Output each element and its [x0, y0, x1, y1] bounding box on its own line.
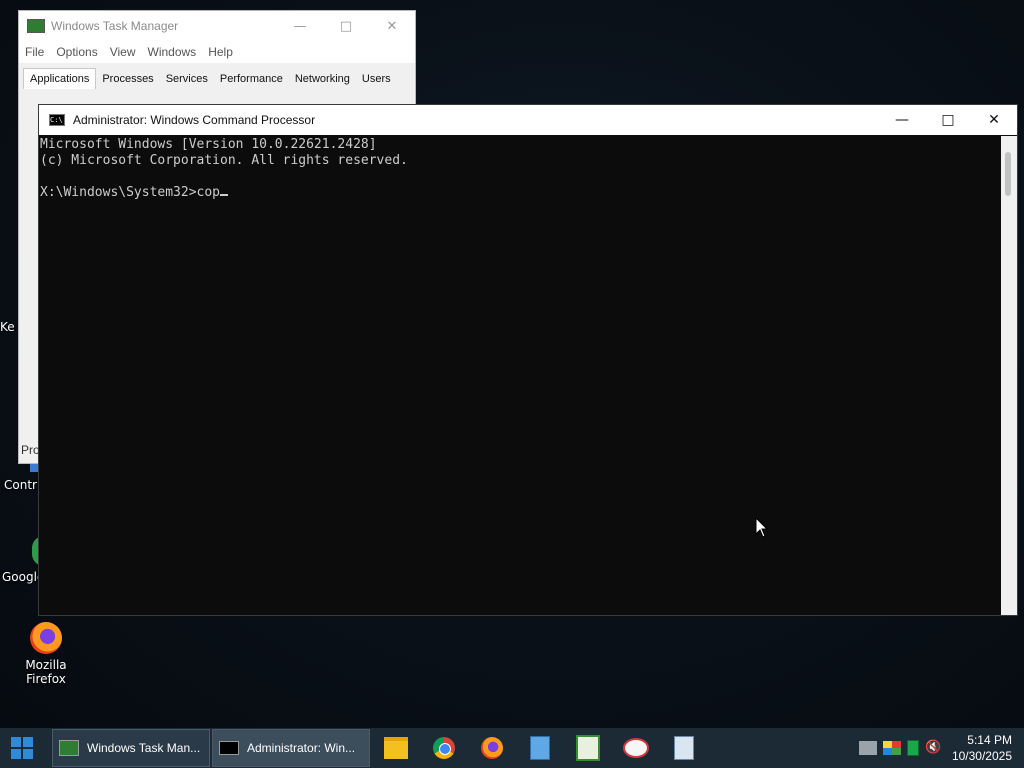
pinned-spreadsheet[interactable] [564, 728, 612, 768]
system-tray: 🔇 5:14 PM 10/30/2025 [856, 728, 1024, 768]
desktop-icon-keyboard[interactable]: Ke [0, 320, 20, 334]
firefox-icon [30, 622, 62, 654]
pinned-firefox[interactable] [468, 728, 516, 768]
clock[interactable]: 5:14 PM 10/30/2025 [946, 732, 1024, 764]
console-line: (c) Microsoft Corporation. All rights re… [40, 153, 408, 168]
pinned-calculator[interactable] [660, 728, 708, 768]
file-explorer-icon [384, 737, 408, 759]
scrollbar-thumb[interactable] [1005, 152, 1011, 196]
taskbar: Windows Task Man... Administrator: Win..… [0, 728, 1024, 768]
tab-strip: Applications Processes Services Performa… [19, 63, 415, 89]
pinned-notepad[interactable] [516, 728, 564, 768]
desktop-icon-firefox[interactable]: Mozilla Firefox [6, 622, 86, 686]
tab-services[interactable]: Services [160, 69, 214, 89]
spreadsheet-icon [576, 735, 600, 761]
taskbar-button-label: Administrator: Win... [247, 741, 356, 755]
clock-date: 10/30/2025 [951, 749, 1012, 763]
color-icon[interactable] [882, 741, 901, 755]
start-button[interactable] [0, 728, 44, 768]
network-icon[interactable] [858, 741, 877, 755]
desktop-icon-label: Ke [0, 320, 15, 334]
calculator-icon [674, 736, 694, 760]
minimize-button[interactable]: — [879, 105, 925, 135]
windows-logo-icon [11, 737, 33, 759]
maximize-button[interactable]: □ [925, 105, 971, 135]
close-button[interactable]: ✕ [369, 19, 415, 34]
tab-networking[interactable]: Networking [289, 69, 356, 89]
green-status-icon[interactable] [906, 740, 919, 756]
desktop-icon-label: Contr [4, 478, 37, 492]
mouse-pointer-icon [755, 517, 769, 538]
taskbar-button-task-manager[interactable]: Windows Task Man... [52, 729, 210, 767]
window-title: Windows Task Manager [51, 19, 179, 33]
menu-options[interactable]: Options [56, 45, 97, 59]
tab-performance[interactable]: Performance [214, 69, 289, 89]
minimize-button[interactable]: — [277, 19, 323, 34]
menu-help[interactable]: Help [208, 45, 233, 59]
menu-view[interactable]: View [110, 45, 136, 59]
vertical-scrollbar[interactable] [1001, 136, 1017, 615]
cmd-titlebar[interactable]: C:\ Administrator: Windows Command Proce… [39, 105, 1017, 135]
desktop-icon-label: Mozilla Firefox [25, 658, 67, 686]
menu-windows[interactable]: Windows [148, 45, 197, 59]
close-button[interactable]: ✕ [971, 105, 1017, 135]
console-icon: C:\ [49, 114, 65, 126]
menu-bar: File Options View Windows Help [19, 41, 415, 63]
command-prompt-window[interactable]: C:\ Administrator: Windows Command Proce… [38, 104, 1018, 616]
console-icon [219, 741, 239, 755]
window-title: Administrator: Windows Command Processor [73, 113, 316, 127]
status-bar-processes: Pro [21, 443, 40, 457]
tab-users[interactable]: Users [356, 69, 397, 89]
maximize-button[interactable]: □ [323, 19, 369, 34]
console-output[interactable]: Microsoft Windows [Version 10.0.22621.24… [39, 136, 1001, 615]
speaker-muted-icon[interactable]: 🔇 [925, 741, 943, 755]
taskbar-button-cmd[interactable]: Administrator: Win... [212, 729, 370, 767]
clock-time: 5:14 PM [967, 733, 1012, 747]
tab-processes[interactable]: Processes [96, 69, 159, 89]
notepad-icon [530, 736, 550, 760]
firefox-icon [481, 737, 503, 759]
pinned-chrome[interactable] [420, 728, 468, 768]
taskbar-button-label: Windows Task Man... [87, 741, 201, 755]
task-manager-icon [59, 740, 79, 756]
pinned-file-explorer[interactable] [372, 728, 420, 768]
chrome-icon [433, 737, 455, 759]
paint-icon [623, 738, 649, 758]
pinned-paint[interactable] [612, 728, 660, 768]
console-line: Microsoft Windows [Version 10.0.22621.24… [40, 137, 377, 152]
console-prompt: X:\Windows\System32>cop [40, 185, 221, 200]
tab-applications[interactable]: Applications [23, 68, 97, 89]
task-manager-titlebar[interactable]: Windows Task Manager — □ ✕ [19, 11, 415, 41]
task-manager-icon [27, 19, 45, 33]
text-cursor [220, 194, 229, 196]
menu-file[interactable]: File [25, 45, 44, 59]
console-prompt-line: X:\Windows\System32>cop [40, 185, 1001, 201]
